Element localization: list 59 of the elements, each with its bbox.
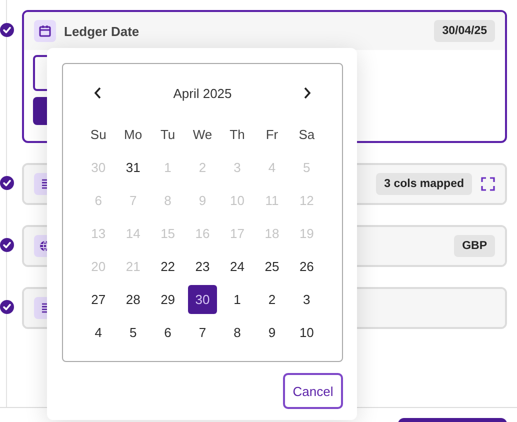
calendar-day[interactable]: 28	[118, 285, 148, 314]
calendar-day[interactable]: 2	[188, 153, 218, 182]
calendar-day[interactable]: 31	[118, 153, 148, 182]
calendar-day[interactable]: 10	[292, 318, 322, 347]
weekday-label: We	[192, 126, 214, 144]
calendar-day[interactable]: 8	[222, 318, 252, 347]
step-title: Ledger Date	[64, 24, 140, 38]
calendar-day[interactable]: 8	[153, 186, 182, 215]
weekday-label: Sa	[298, 126, 316, 144]
calendar-day[interactable]: 5	[118, 318, 148, 347]
calendar-icon	[34, 20, 56, 42]
weekday-label: Mo	[123, 126, 144, 144]
calendar-day[interactable]: 4	[84, 318, 113, 347]
calendar-day[interactable]: 4	[257, 153, 286, 182]
calendar-day[interactable]: 3	[292, 285, 322, 314]
calendar-day[interactable]: 9	[257, 318, 286, 347]
calendar-day[interactable]: 24	[222, 252, 252, 281]
calendar-day[interactable]: 6	[84, 186, 113, 215]
calendar-day[interactable]: 10	[222, 186, 252, 215]
step-badge: GBP	[454, 235, 495, 257]
calendar-day[interactable]: 26	[292, 252, 322, 281]
calendar-day[interactable]: 30	[84, 153, 113, 182]
calendar-day[interactable]: 9	[188, 186, 218, 215]
calendar-day[interactable]: 12	[292, 186, 322, 215]
calendar-day[interactable]: 29	[153, 285, 182, 314]
previous-icon[interactable]	[93, 86, 103, 100]
calendar-day[interactable]: 18	[257, 219, 286, 248]
step-badge: 3 cols mapped	[376, 173, 472, 195]
calendar-day[interactable]: 14	[118, 219, 148, 248]
calendar-day[interactable]: 7	[118, 186, 148, 215]
calendar-day[interactable]: 27	[84, 285, 113, 314]
step-badge: 30/04/25	[434, 20, 495, 42]
weekday-label: Tu	[159, 126, 176, 144]
next-icon[interactable]	[302, 86, 312, 100]
month-title: April 2025	[173, 86, 232, 100]
cancel-button[interactable]: Cancel	[283, 373, 343, 409]
expand-icon[interactable]	[481, 177, 495, 191]
calendar-day[interactable]: 23	[188, 252, 218, 281]
calendar-day[interactable]: 19	[292, 219, 322, 248]
calendar-day[interactable]: 15	[153, 219, 182, 248]
calendar-day[interactable]: 3	[222, 153, 252, 182]
calendar-day[interactable]: 2	[257, 285, 286, 314]
calendar-day[interactable]: 25	[257, 252, 286, 281]
calendar-day[interactable]: 6	[153, 318, 182, 347]
calendar-day[interactable]: 22	[153, 252, 182, 281]
calendar-day[interactable]: 1	[153, 153, 182, 182]
calendar-day[interactable]: 16	[188, 219, 218, 248]
weekday-label: Fr	[264, 126, 280, 144]
calendar-day[interactable]: 11	[257, 186, 286, 215]
calendar-day[interactable]: 17	[222, 219, 252, 248]
weekday-label: Th	[228, 126, 246, 144]
calendar-day[interactable]: 7	[188, 318, 218, 347]
calendar-day[interactable]: 21	[118, 252, 148, 281]
calendar-day[interactable]: 1	[222, 285, 252, 314]
weekday-label: Su	[89, 126, 108, 144]
calendar-day[interactable]: 30	[188, 285, 218, 314]
calendar-day[interactable]: 13	[84, 219, 113, 248]
calendar-day[interactable]: 5	[292, 153, 322, 182]
calendar-day[interactable]: 20	[84, 252, 113, 281]
